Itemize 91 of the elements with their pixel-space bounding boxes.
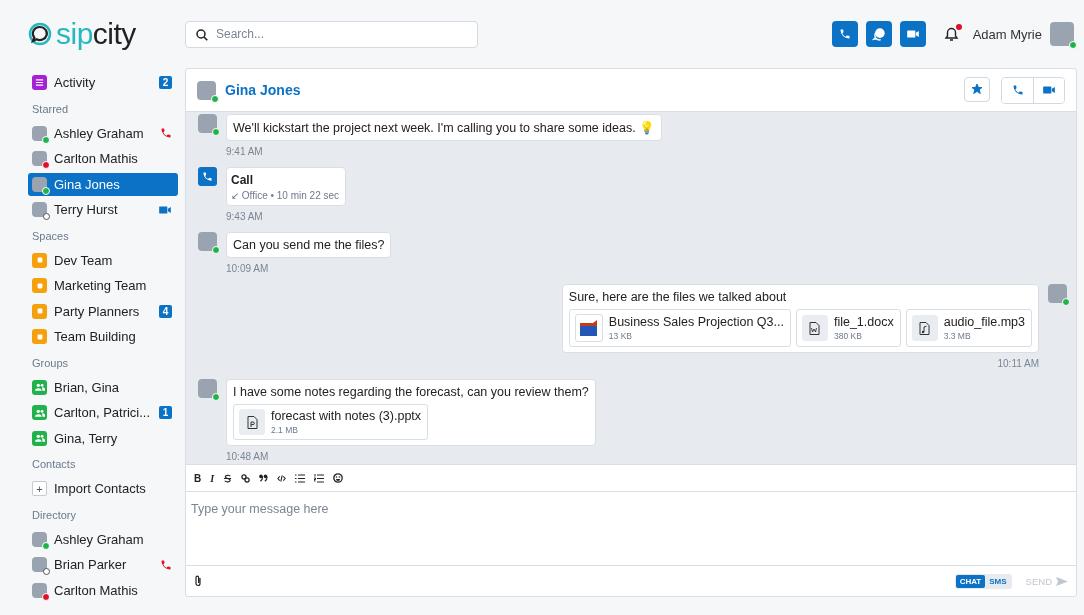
sidebar-item[interactable]: Gina Jones: [28, 172, 178, 196]
file-attachment[interactable]: audio_file.mp3 3.3 MB: [905, 309, 1032, 347]
list-icon: [32, 75, 47, 90]
space-icon: [32, 329, 47, 344]
count-badge: 2: [159, 76, 172, 89]
sidebar-item[interactable]: Ashley Graham: [28, 527, 178, 551]
sidebar-item[interactable]: Team Building: [28, 325, 178, 348]
file-name: forecast with notes (3).pptx: [271, 409, 422, 423]
message-time: 9:43 AM: [226, 211, 264, 222]
phone-icon: [160, 558, 172, 571]
space-icon: [32, 303, 47, 319]
mode-tab[interactable]: CHAT: [955, 574, 986, 588]
count-badge: 1: [159, 406, 172, 419]
user-name: Adam Myrie: [972, 26, 1042, 42]
video-button[interactable]: [899, 21, 926, 47]
chart-thumbnail: [574, 314, 603, 342]
sidebar-item[interactable]: Dev Team: [28, 248, 178, 272]
notifications-icon[interactable]: [943, 26, 959, 42]
message-text: We'll kickstart the project next week. I'm calling you to share some ideas. 💡: [233, 120, 656, 135]
sidebar-item[interactable]: Marketing Team: [28, 274, 178, 297]
people-icon: [32, 430, 47, 446]
file-size: 13 KB: [608, 331, 633, 341]
bulleted-list-button[interactable]: [295, 473, 306, 483]
call-title: Call: [231, 173, 254, 187]
sidebar-item[interactable]: Carlton Mathis: [28, 147, 178, 170]
code-button[interactable]: [277, 474, 287, 482]
bold-button[interactable]: B: [194, 472, 202, 484]
people-icon: [32, 379, 47, 395]
plus-icon: +: [32, 481, 47, 496]
sidebar-item[interactable]: Terry Hurst: [28, 198, 178, 221]
message-time: 9:41 AM: [226, 146, 264, 157]
section-heading: Starred: [31, 101, 70, 117]
link-button[interactable]: [241, 473, 251, 483]
sidebar-item[interactable]: Ashley Graham: [28, 121, 178, 145]
space-icon: [32, 278, 47, 293]
phone-icon: [160, 127, 172, 139]
word-file-icon: [801, 315, 828, 341]
search-icon: [196, 28, 208, 41]
call-details: ↙ Office • 10 min 22 sec: [231, 190, 340, 201]
file-attachment[interactable]: Business Sales Projection Q3... 13 KB: [568, 309, 791, 347]
message-text: I have some notes regarding the forecast, can you review them?: [233, 385, 589, 399]
chat-title: Gina Jones: [225, 82, 301, 98]
mode-tab[interactable]: SMS: [985, 574, 1011, 588]
call-button[interactable]: [831, 21, 858, 47]
quote-button[interactable]: [259, 474, 269, 482]
numbered-list-button[interactable]: [314, 473, 325, 483]
file-size: 2.1 MB: [271, 425, 299, 435]
file-name: audio_file.mp3: [943, 315, 1025, 329]
phone-icon: [1011, 84, 1024, 96]
italic-button[interactable]: I: [210, 472, 215, 484]
message-time: 10:48 AM: [226, 451, 270, 462]
sidebar-item[interactable]: Brian Parker: [28, 553, 178, 576]
app-logo: sipcity: [28, 17, 185, 51]
star-button[interactable]: [964, 76, 990, 102]
send-arrow-icon: [1056, 576, 1068, 586]
section-heading: Directory: [31, 507, 77, 523]
message-time: 10:11 AM: [997, 358, 1039, 369]
file-name: file_1.docx: [833, 315, 894, 329]
section-heading: Contacts: [31, 457, 77, 472]
file-size: 380 KB: [833, 331, 863, 341]
message-text: Can you send me the files?: [233, 238, 385, 252]
audio-file-icon: [911, 315, 938, 341]
people-icon: [32, 405, 47, 420]
count-badge: 4: [159, 304, 172, 318]
chat-bubbles-icon: [871, 27, 886, 41]
section-heading: Groups: [31, 355, 70, 371]
emoji-button[interactable]: [333, 473, 344, 483]
sidebar-item[interactable]: Brian, Gina: [28, 375, 178, 399]
chat-button[interactable]: [865, 21, 892, 47]
star-icon: [971, 83, 983, 95]
file-name: Business Sales Projection Q3...: [608, 315, 784, 329]
slides-file-icon: [239, 409, 265, 435]
sidebar-item[interactable]: Activity 2: [28, 71, 178, 94]
file-size: 3.3 MB: [943, 331, 972, 341]
paperclip-icon[interactable]: [194, 575, 202, 587]
search-field[interactable]: Search...: [185, 20, 478, 48]
sidebar-item[interactable]: Carlton Mathis: [28, 578, 178, 602]
section-heading: Spaces: [31, 228, 70, 244]
sidebar-item[interactable]: Gina, Terry: [28, 426, 178, 450]
sidebar-item[interactable]: Carlton, Patrici... 1: [28, 401, 178, 424]
strikethrough-button[interactable]: [223, 473, 233, 483]
sidebar-item[interactable]: Party Planners 4: [28, 299, 178, 323]
video-button[interactable]: [1033, 77, 1064, 103]
message-time: 10:09 AM: [226, 263, 270, 274]
call-icon: [198, 167, 217, 186]
sidebar-item[interactable]: + Import Contacts: [28, 477, 178, 500]
phone-icon: [838, 28, 851, 40]
file-attachment[interactable]: forecast with notes (3).pptx 2.1 MB: [233, 404, 429, 440]
space-icon: [32, 252, 47, 268]
file-attachment[interactable]: file_1.docx 380 KB: [795, 309, 901, 347]
message-text: Sure, here are the files we talked about: [568, 290, 788, 304]
